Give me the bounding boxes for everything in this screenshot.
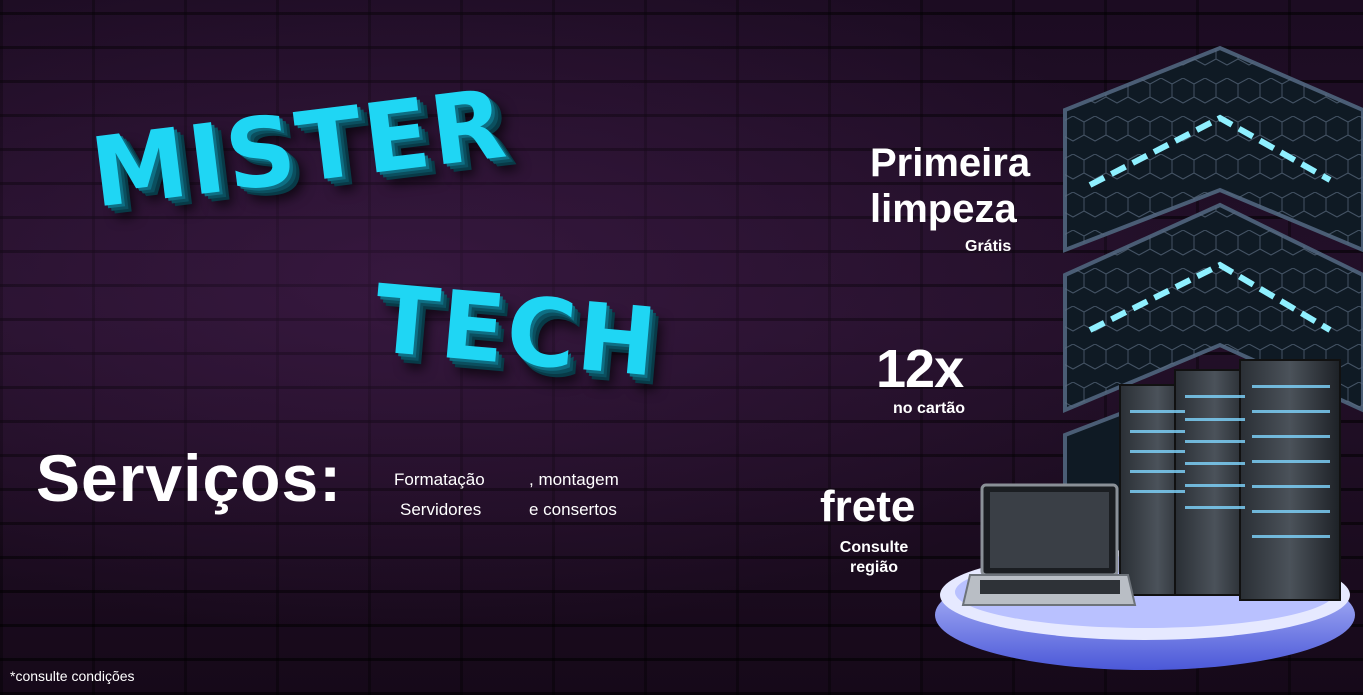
- service-item: , montagem: [529, 470, 619, 489]
- brand-line-2: TECH: [370, 265, 663, 399]
- offer-installments-subtitle: no cartão: [893, 400, 966, 417]
- hardware-artwork: [935, 45, 1363, 670]
- service-item: Servidores: [400, 500, 482, 519]
- service-item: e consertos: [529, 500, 617, 519]
- footnote: *consulte condições: [10, 668, 135, 684]
- offer-first-cleaning-title: Primeira limpeza: [870, 141, 1031, 231]
- server-rack-icon: [1119, 359, 1341, 601]
- offer-shipping-title: frete: [820, 482, 916, 531]
- laptop-icon: [961, 483, 1137, 606]
- offer-shipping-subtitle: Consulte região: [839, 539, 909, 576]
- offer-first-cleaning-subtitle: Grátis: [965, 238, 1012, 255]
- brand-line-1: MISTER: [85, 67, 514, 230]
- offer-installments-title: 12x: [876, 339, 964, 399]
- services-title: Serviços:: [36, 441, 343, 515]
- service-item: Formatação: [394, 470, 485, 489]
